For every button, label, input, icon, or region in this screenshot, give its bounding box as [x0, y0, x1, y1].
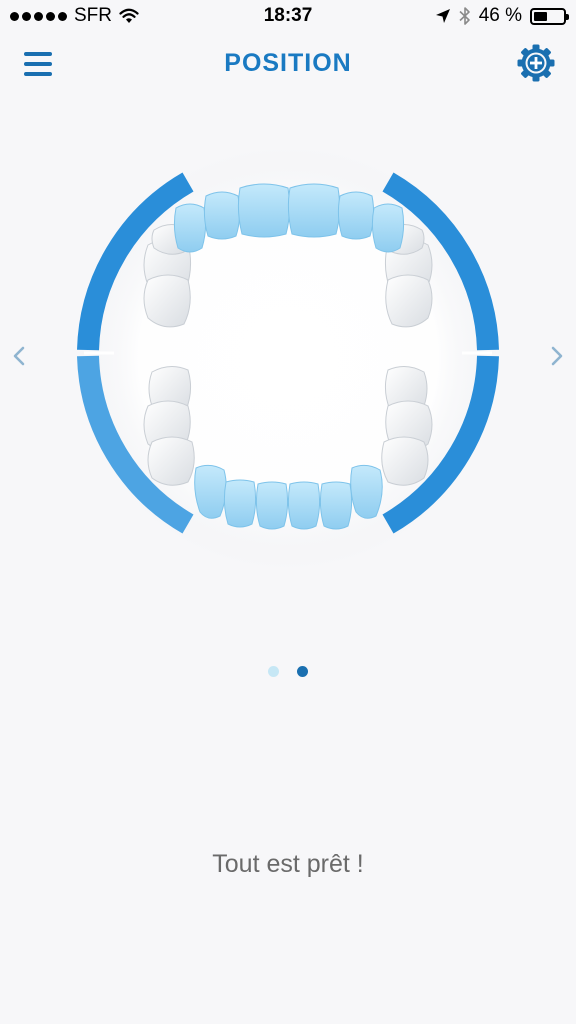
page-indicator — [0, 666, 576, 678]
teeth-icon — [76, 150, 500, 570]
position-carousel[interactable] — [0, 150, 576, 570]
battery-level — [534, 11, 547, 21]
gear-plus-icon[interactable] — [516, 43, 556, 83]
page-title: POSITION — [224, 49, 352, 77]
status-bar: SFR 18:37 46 % — [0, 0, 576, 32]
ready-message: Tout est prêt ! — [212, 850, 364, 878]
location-arrow-icon — [435, 9, 450, 23]
page-dot-2[interactable] — [297, 666, 308, 677]
nav-bar: POSITION — [0, 32, 576, 96]
bluetooth-icon — [459, 7, 470, 25]
app-screen: SFR 18:37 46 % POSITION Tout est prêt ! — [0, 0, 576, 1024]
battery-percentage: 46 % — [478, 5, 522, 26]
battery-icon — [530, 7, 569, 25]
chevron-left-icon[interactable] — [8, 343, 30, 369]
chevron-right-icon[interactable] — [546, 343, 568, 369]
page-dot-1[interactable] — [268, 666, 279, 677]
status-right: 46 % — [427, 5, 569, 27]
